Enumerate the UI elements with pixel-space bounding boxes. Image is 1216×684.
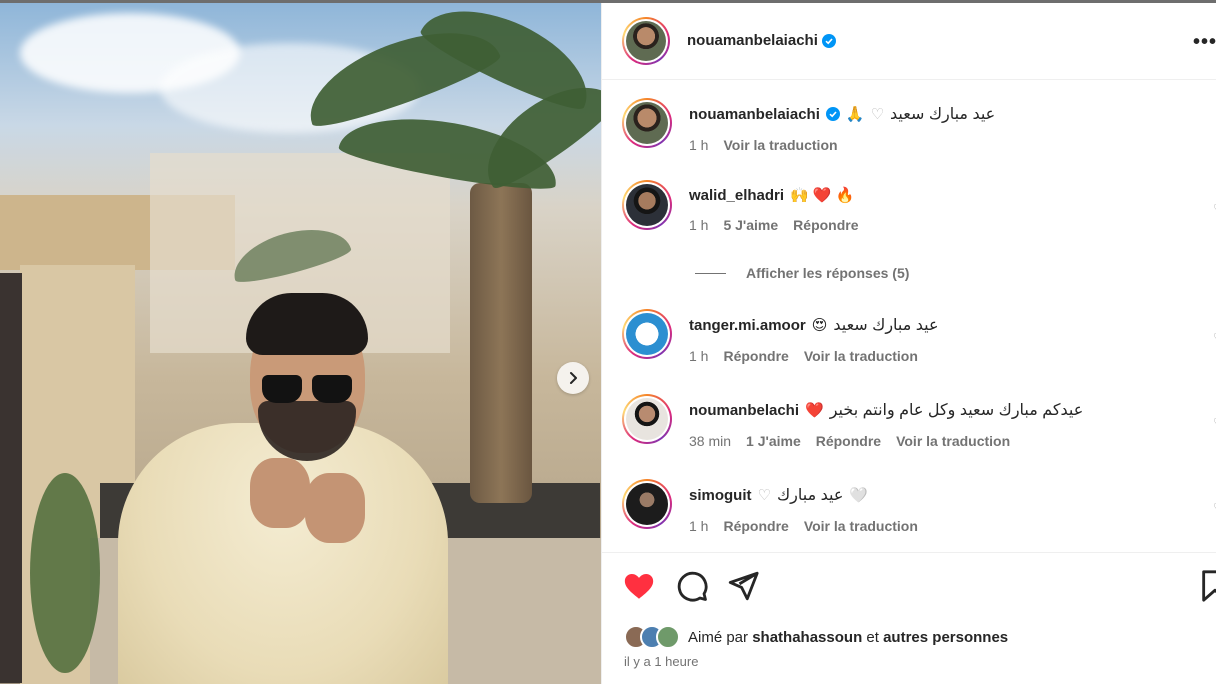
comment-likes-link[interactable]: 5 J'aime xyxy=(723,217,778,233)
comment-time: 1 h xyxy=(689,217,709,233)
comment-time: 38 min xyxy=(689,433,732,449)
praying-hands-icon: 🙏 xyxy=(845,106,865,123)
bookmark-icon[interactable] xyxy=(1198,569,1216,603)
comment-item: noumanbelachi ❤️ عيدكم مبارك سعيد وكل عا… xyxy=(622,394,1216,464)
reply-link[interactable]: Répondre xyxy=(793,217,858,233)
comment-time: 1 h xyxy=(689,348,709,364)
more-options-button[interactable]: ••• xyxy=(1193,31,1216,54)
comment-avatar[interactable] xyxy=(622,309,672,359)
heart-icon[interactable] xyxy=(622,569,656,603)
comment-icon[interactable] xyxy=(675,569,709,603)
replies-divider xyxy=(695,272,726,274)
door-frame xyxy=(0,273,22,683)
reply-link[interactable]: Répondre xyxy=(816,433,881,449)
comment-item: walid_elhadri 🙌 ❤️ 🔥 1 h 5 J'aime Répond… xyxy=(622,180,1216,250)
share-icon[interactable] xyxy=(726,569,760,603)
white-heart-icon: ♡ xyxy=(757,487,771,504)
comment-emojis: 🤍 xyxy=(849,487,869,504)
caption-username[interactable]: nouamanbelaiachi xyxy=(689,106,820,123)
chevron-right-icon xyxy=(570,372,577,384)
comment-text: عيد مبارك xyxy=(776,487,844,504)
sunglasses xyxy=(262,375,354,405)
translate-link[interactable]: Voir la traduction xyxy=(896,433,1010,449)
comment-time: 1 h xyxy=(689,518,709,534)
caption-text: عيد مبارك سعيد xyxy=(890,106,996,123)
comment-avatar[interactable] xyxy=(622,394,672,444)
comment-likes-link[interactable]: 1 J'aime xyxy=(746,433,801,449)
comment-avatar[interactable] xyxy=(622,180,672,230)
comment-username[interactable]: tanger.mi.amoor xyxy=(689,317,806,334)
post-actions: Aimé par shathahassoun et autres personn… xyxy=(602,552,1216,683)
person-hand xyxy=(250,458,310,528)
post-photo[interactable] xyxy=(0,3,601,684)
white-heart-icon: ♡ xyxy=(870,106,885,123)
liked-by-user[interactable]: shathahassoun xyxy=(752,629,862,646)
comment-item: tanger.mi.amoor 😍 عيد مبارك سعيد 1 h Rép… xyxy=(622,309,1216,379)
view-replies-label: Afficher les réponses (5) xyxy=(746,265,910,281)
translate-link[interactable]: Voir la traduction xyxy=(804,518,918,534)
palm-trunk xyxy=(470,183,532,503)
person-hand xyxy=(305,473,365,543)
comment-item: simoguit ♡ عيد مبارك 🤍 1 h Répondre Voir… xyxy=(622,479,1216,549)
reply-link[interactable]: Répondre xyxy=(723,518,788,534)
translate-link[interactable]: Voir la traduction xyxy=(723,137,837,153)
caption: nouamanbelaiachi 🙏 ♡ عيد مبارك سعيد 1 h … xyxy=(622,98,1216,168)
post-timestamp: il y a 1 heure xyxy=(624,654,699,669)
author-avatar[interactable] xyxy=(622,17,670,65)
view-replies-button[interactable]: Afficher les réponses (5) xyxy=(695,265,909,281)
translate-link[interactable]: Voir la traduction xyxy=(804,348,918,364)
comment-emojis: 😍 xyxy=(811,317,828,334)
author-username[interactable]: nouamanbelaiachi xyxy=(687,32,818,49)
verified-icon xyxy=(825,107,840,121)
comment-avatar[interactable] xyxy=(622,479,672,529)
person-hair xyxy=(246,293,368,355)
caption-time: 1 h xyxy=(689,137,709,153)
comment-emojis: 🙌 ❤️ 🔥 xyxy=(790,187,855,204)
liker-avatar xyxy=(656,625,680,649)
liked-by: Aimé par shathahassoun et autres personn… xyxy=(624,625,1008,649)
next-photo-button[interactable] xyxy=(557,362,589,394)
verified-icon xyxy=(821,33,836,48)
comment-text: عيدكم مبارك سعيد وكل عام وانتم بخير xyxy=(829,402,1084,419)
plant xyxy=(30,473,100,673)
caption-avatar[interactable] xyxy=(622,98,672,148)
liked-by-prefix: Aimé par xyxy=(688,628,749,646)
comment-text: عيد مبارك سعيد xyxy=(833,317,939,334)
comment-emojis: ❤️ xyxy=(805,402,824,419)
liked-by-joiner: et xyxy=(866,628,879,646)
comment-username[interactable]: simoguit xyxy=(689,487,752,504)
post-sidebar: nouamanbelaiachi ••• nouamanbelaiachi 🙏 … xyxy=(601,3,1216,684)
liked-by-others[interactable]: autres personnes xyxy=(883,629,1008,646)
post-header: nouamanbelaiachi ••• xyxy=(602,3,1216,80)
reply-link[interactable]: Répondre xyxy=(723,348,788,364)
comment-username[interactable]: walid_elhadri xyxy=(689,187,784,204)
comment-username[interactable]: noumanbelachi xyxy=(689,402,799,419)
